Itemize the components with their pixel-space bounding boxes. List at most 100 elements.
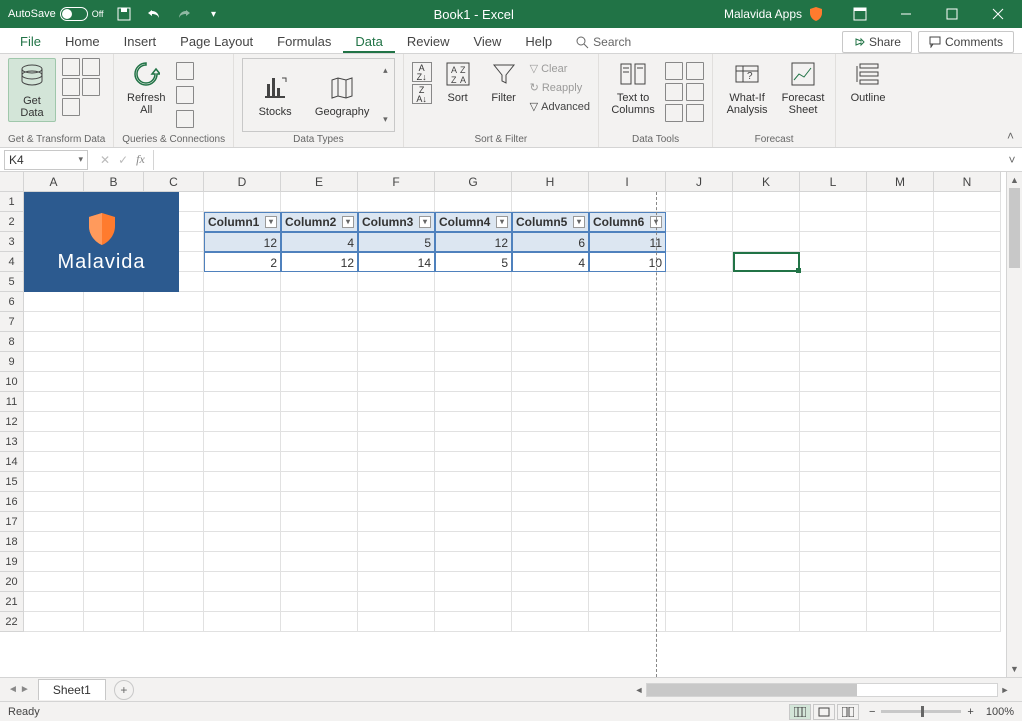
cell[interactable] [24, 352, 84, 372]
cell[interactable] [281, 592, 358, 612]
cell[interactable] [512, 492, 589, 512]
cell[interactable] [867, 552, 934, 572]
cell[interactable] [666, 432, 733, 452]
cell[interactable] [144, 292, 204, 312]
cell[interactable] [733, 352, 800, 372]
cell[interactable] [867, 312, 934, 332]
tab-help[interactable]: Help [513, 30, 564, 53]
cell[interactable] [358, 552, 435, 572]
cell[interactable] [84, 412, 144, 432]
cell[interactable] [867, 332, 934, 352]
cell[interactable] [589, 432, 666, 452]
row-header-11[interactable]: 11 [0, 392, 24, 412]
table-cell[interactable]: 14 [358, 252, 435, 272]
horizontal-scrollbar[interactable]: ◄ ► [632, 683, 1012, 697]
cell[interactable] [934, 392, 1001, 412]
cell[interactable] [358, 572, 435, 592]
vertical-scrollbar[interactable]: ▲ ▼ [1006, 172, 1022, 677]
validation-icon[interactable] [665, 83, 683, 101]
cell[interactable] [733, 612, 800, 632]
cell[interactable] [800, 372, 867, 392]
cell[interactable] [589, 392, 666, 412]
cell[interactable] [934, 612, 1001, 632]
cell[interactable] [204, 292, 281, 312]
cell[interactable] [84, 612, 144, 632]
cell[interactable] [512, 272, 589, 292]
cell[interactable] [934, 592, 1001, 612]
cell[interactable] [358, 412, 435, 432]
cell[interactable] [24, 552, 84, 572]
text-to-columns-button[interactable]: Text to Columns [607, 58, 659, 116]
forecast-sheet-button[interactable]: Forecast Sheet [779, 58, 827, 116]
cell[interactable] [204, 272, 281, 292]
cell[interactable] [435, 372, 512, 392]
edit-links-icon[interactable] [176, 110, 194, 128]
row-header-22[interactable]: 22 [0, 612, 24, 632]
cell[interactable] [666, 252, 733, 272]
cell[interactable] [733, 592, 800, 612]
tab-page-layout[interactable]: Page Layout [168, 30, 265, 53]
row-header-6[interactable]: 6 [0, 292, 24, 312]
cell[interactable] [435, 552, 512, 572]
table-cell[interactable]: 11 [589, 232, 666, 252]
cell[interactable] [666, 232, 733, 252]
close-button[interactable] [978, 0, 1018, 28]
cell[interactable] [84, 552, 144, 572]
cell[interactable] [733, 512, 800, 532]
row-header-8[interactable]: 8 [0, 332, 24, 352]
cell[interactable] [867, 412, 934, 432]
cell[interactable] [144, 552, 204, 572]
row-header-20[interactable]: 20 [0, 572, 24, 592]
table-cell[interactable]: 6 [512, 232, 589, 252]
cell[interactable] [512, 532, 589, 552]
add-sheet-button[interactable]: + [114, 680, 134, 700]
cell[interactable] [144, 312, 204, 332]
cell[interactable] [800, 392, 867, 412]
tab-formulas[interactable]: Formulas [265, 30, 343, 53]
col-header-I[interactable]: I [589, 172, 666, 192]
cell[interactable] [281, 432, 358, 452]
cell[interactable] [24, 432, 84, 452]
cell[interactable] [144, 352, 204, 372]
cell[interactable] [934, 572, 1001, 592]
cell[interactable] [281, 552, 358, 572]
formula-input[interactable] [153, 150, 1002, 170]
page-layout-view-icon[interactable] [813, 704, 835, 720]
cell[interactable] [867, 492, 934, 512]
cell[interactable] [204, 532, 281, 552]
cell[interactable] [666, 552, 733, 572]
cell[interactable] [435, 192, 512, 212]
col-header-F[interactable]: F [358, 172, 435, 192]
cell[interactable] [435, 352, 512, 372]
cell[interactable] [800, 252, 867, 272]
cell[interactable] [867, 512, 934, 532]
cell[interactable] [733, 572, 800, 592]
tab-review[interactable]: Review [395, 30, 462, 53]
cell[interactable] [358, 532, 435, 552]
cell[interactable] [435, 532, 512, 552]
cell[interactable] [589, 572, 666, 592]
cell[interactable] [281, 392, 358, 412]
cell[interactable] [867, 572, 934, 592]
cell[interactable] [666, 592, 733, 612]
cell[interactable] [934, 292, 1001, 312]
cell[interactable] [733, 372, 800, 392]
cell[interactable] [934, 372, 1001, 392]
share-button[interactable]: Share [842, 31, 912, 53]
cell[interactable] [589, 472, 666, 492]
zoom-in-button[interactable]: + [967, 706, 973, 718]
cell[interactable] [358, 272, 435, 292]
table-header[interactable]: Column6▾ [589, 212, 666, 232]
cell[interactable] [435, 512, 512, 532]
cell[interactable] [435, 392, 512, 412]
table-header[interactable]: Column1▾ [204, 212, 281, 232]
cell[interactable] [934, 532, 1001, 552]
cell[interactable] [800, 492, 867, 512]
cell[interactable] [204, 492, 281, 512]
scroll-right-icon[interactable]: ► [998, 685, 1012, 695]
cell[interactable] [512, 192, 589, 212]
col-header-N[interactable]: N [934, 172, 1001, 192]
cell[interactable] [24, 372, 84, 392]
col-header-D[interactable]: D [204, 172, 281, 192]
cell[interactable] [867, 432, 934, 452]
